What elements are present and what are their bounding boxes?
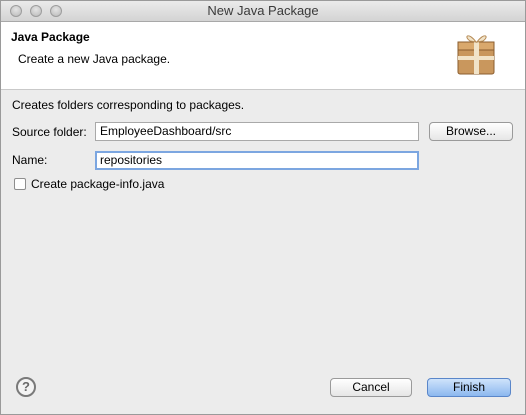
page-title: Java Package — [11, 30, 90, 44]
header-banner: Java Package Create a new Java package. — [1, 22, 525, 90]
page-description: Create a new Java package. — [18, 52, 171, 66]
package-icon — [457, 35, 495, 75]
help-icon[interactable]: ? — [16, 377, 36, 397]
package-info-checkbox[interactable] — [14, 178, 26, 190]
name-label: Name: — [12, 153, 48, 167]
cancel-button[interactable]: Cancel — [330, 378, 412, 397]
source-folder-field[interactable]: EmployeeDashboard/src — [95, 122, 419, 141]
finish-button[interactable]: Finish — [427, 378, 511, 397]
intro-text: Creates folders corresponding to package… — [12, 98, 245, 112]
name-field[interactable]: repositories — [95, 151, 419, 170]
browse-button[interactable]: Browse... — [429, 122, 513, 141]
dialog-window: New Java Package Java Package Create a n… — [0, 0, 526, 415]
source-folder-label: Source folder: — [12, 125, 87, 139]
package-info-label[interactable]: Create package-info.java — [31, 177, 164, 191]
title-bar[interactable]: New Java Package — [1, 1, 525, 22]
window-title: New Java Package — [207, 3, 319, 18]
